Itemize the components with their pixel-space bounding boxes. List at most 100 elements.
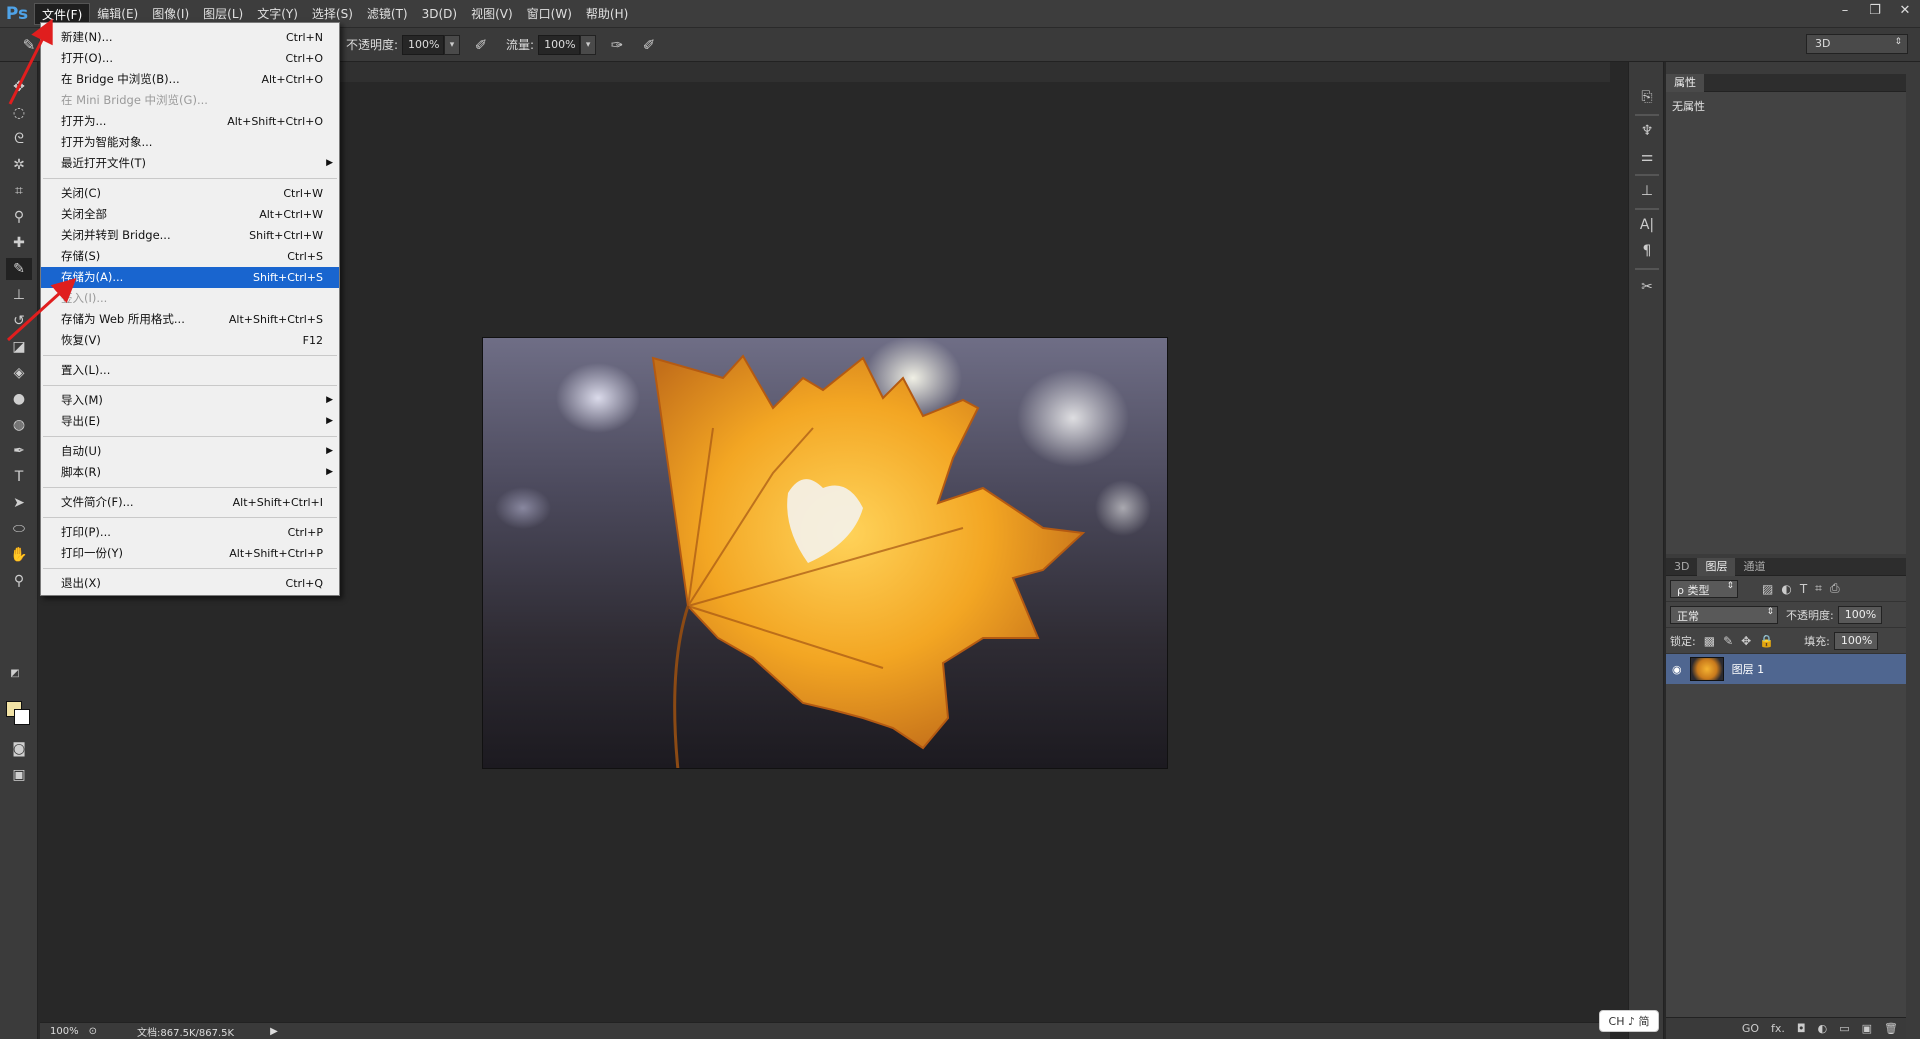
crop-tool-icon[interactable]: ⌗ (6, 180, 32, 202)
layer-filter-select[interactable]: ρ 类型 ⇕ (1670, 579, 1738, 598)
file-menu-item[interactable]: 导出(E) ▶ (41, 411, 339, 432)
default-colors-icon[interactable]: ◩ (2, 662, 28, 684)
menu-view[interactable]: 视图(V) (464, 3, 520, 25)
airbrush-icon[interactable]: ✑ (606, 34, 628, 56)
flow-field[interactable]: 100% (538, 34, 581, 55)
add-mask-icon[interactable]: ◘ (1797, 1022, 1806, 1035)
history-brush-icon[interactable]: ↺ (6, 310, 32, 332)
ime-indicator[interactable]: CH ♪ 简 (1599, 1010, 1659, 1032)
file-menu-item[interactable]: 脚本(R) ▶ (41, 462, 339, 483)
file-menu-item[interactable]: 导入(M) ▶ (41, 390, 339, 411)
lock-image-icon[interactable]: ✎ (1723, 634, 1733, 648)
flow-dropdown-icon[interactable]: ▾ (580, 34, 597, 55)
pen-tool-icon[interactable]: ✒ (6, 440, 32, 462)
clone-stamp-icon[interactable]: ⊥ (6, 284, 32, 306)
menu-help[interactable]: 帮助(H) (579, 3, 635, 25)
history-panel-icon[interactable]: ⎘ (1636, 86, 1658, 108)
eyedropper-icon[interactable]: ⚲ (6, 206, 32, 228)
filter-pixel-icon[interactable]: ▨ (1762, 582, 1773, 596)
file-menu-item[interactable]: 新建(N)... Ctrl+N (41, 27, 339, 48)
path-selection-icon[interactable]: ➤ (6, 492, 32, 514)
screen-mode-icon[interactable]: ▣ (6, 764, 32, 786)
file-menu-item[interactable]: 打开(O)... Ctrl+O (41, 48, 339, 69)
file-menu-item[interactable]: 关闭全部 Alt+Ctrl+W (41, 204, 339, 225)
pressure-opacity-icon[interactable]: ✐ (470, 34, 492, 56)
marquee-tool-icon[interactable]: ◌ (6, 102, 32, 124)
file-menu-item[interactable]: 最近打开文件(T) ▶ (41, 153, 339, 174)
file-menu-item[interactable]: 存储(S) Ctrl+S (41, 246, 339, 267)
filter-type-icon[interactable]: T (1800, 582, 1807, 596)
layer-opacity-field[interactable]: 100% (1837, 605, 1882, 624)
brush-tool-icon[interactable]: ✎ (6, 258, 32, 280)
menu-window[interactable]: 窗口(W) (520, 3, 579, 25)
visibility-eye-icon[interactable]: ◉ (1672, 663, 1682, 676)
file-menu-item[interactable]: 存储为(A)... Shift+Ctrl+S (41, 267, 339, 288)
ellipse-tool-icon[interactable]: ⬭ (6, 518, 32, 540)
tab-channels[interactable]: 通道 (1735, 558, 1773, 576)
file-menu-item[interactable]: 自动(U) ▶ (41, 441, 339, 462)
lock-position-icon[interactable]: ✥ (1741, 634, 1751, 648)
new-layer-icon[interactable]: ▣ (1862, 1022, 1872, 1035)
lock-all-icon[interactable]: 🔒 (1759, 634, 1774, 648)
adjustments-icon[interactable]: ⚌ (1636, 146, 1658, 168)
opacity-field[interactable]: 100% (402, 34, 445, 55)
tab-properties[interactable]: 属性 (1666, 73, 1704, 92)
filter-smart-icon[interactable]: ⎙ (1830, 581, 1840, 596)
magic-wand-icon[interactable]: ✲ (6, 154, 32, 176)
character-panel-icon[interactable]: A| (1636, 214, 1658, 236)
restore-button[interactable]: ❐ (1860, 0, 1890, 20)
new-group-icon[interactable]: ▭ (1839, 1022, 1849, 1035)
lasso-tool-icon[interactable]: ᘓ (6, 128, 32, 150)
lock-transparent-icon[interactable]: ▩ (1704, 634, 1715, 648)
file-menu-item[interactable]: 恢复(V) F12 (41, 330, 339, 351)
paint-bucket-icon[interactable]: ◈ (6, 362, 32, 384)
clone-source-icon[interactable]: ⊥ (1636, 180, 1658, 202)
blur-tool-icon[interactable]: ● (6, 388, 32, 410)
dodge-tool-icon[interactable]: ◍ (6, 414, 32, 436)
file-menu-item[interactable]: 关闭(C) Ctrl+W (41, 183, 339, 204)
file-menu-item[interactable]: 文件简介(F)... Alt+Shift+Ctrl+I (41, 492, 339, 513)
delete-layer-icon[interactable]: 🗑 (1884, 1022, 1898, 1035)
brush-panel-icon[interactable]: ♆ (1636, 120, 1658, 142)
filter-adjustment-icon[interactable]: ◐ (1781, 582, 1791, 596)
file-menu-item[interactable]: 打开为智能对象... (41, 132, 339, 153)
close-button[interactable]: ✕ (1890, 0, 1920, 20)
opacity-dropdown-icon[interactable]: ▾ (444, 34, 461, 55)
fill-field[interactable]: 100% (1833, 631, 1878, 650)
tab-layers[interactable]: 图层 (1697, 557, 1736, 576)
hand-tool-icon[interactable]: ✋ (6, 544, 32, 566)
status-menu-icon[interactable]: ▶ (270, 1026, 278, 1037)
file-menu-item[interactable]: 退出(X) Ctrl+Q (41, 573, 339, 594)
healing-brush-icon[interactable]: ✚ (6, 232, 32, 254)
menu-3d[interactable]: 3D(D) (415, 3, 464, 25)
file-menu-item[interactable]: 打开为... Alt+Shift+Ctrl+O (41, 111, 339, 132)
background-color-swatch[interactable] (14, 709, 30, 725)
tool-presets-icon[interactable]: ✂ (1636, 276, 1658, 298)
layer-name[interactable]: 图层 1 (1732, 661, 1765, 677)
image-canvas[interactable] (482, 337, 1168, 769)
paragraph-panel-icon[interactable]: ¶ (1636, 240, 1658, 262)
move-tool-icon[interactable]: ✥ (6, 76, 32, 98)
file-menu-item[interactable]: 打印一份(Y) Alt+Shift+Ctrl+P (41, 543, 339, 564)
file-menu-item[interactable]: 在 Bridge 中浏览(B)... Alt+Ctrl+O (41, 69, 339, 90)
file-menu-item[interactable]: 关闭并转到 Bridge... Shift+Ctrl+W (41, 225, 339, 246)
fx-icon[interactable]: fx. (1771, 1022, 1785, 1035)
blend-mode-select[interactable]: 正常 ⇕ (1670, 605, 1778, 624)
brush-preset-icon[interactable]: ✎ (18, 34, 40, 56)
filter-shape-icon[interactable]: ⌗ (1815, 581, 1822, 596)
zoom-tool-icon[interactable]: ⚲ (6, 570, 32, 592)
adjustment-layer-icon[interactable]: ◐ (1818, 1022, 1828, 1035)
file-menu-item[interactable]: 打印(P)... Ctrl+P (41, 522, 339, 543)
layer-row[interactable]: ◉ 图层 1 (1666, 654, 1906, 684)
minimize-button[interactable]: – (1830, 0, 1860, 20)
type-tool-icon[interactable]: T (6, 466, 32, 488)
eraser-tool-icon[interactable]: ◪ (6, 336, 32, 358)
pressure-size-icon[interactable]: ✐ (638, 34, 660, 56)
file-menu-item[interactable]: 存储为 Web 所用格式... Alt+Shift+Ctrl+S (41, 309, 339, 330)
menu-filter[interactable]: 滤镜(T) (360, 3, 415, 25)
zoom-level[interactable]: 100% (50, 1026, 79, 1037)
link-layers-icon[interactable]: GO (1742, 1022, 1759, 1035)
quick-mask-icon[interactable]: ◙ (6, 738, 32, 760)
workspace-select[interactable]: 3D ⇕ (1806, 34, 1908, 54)
doc-info[interactable]: 文档:867.5K/867.5K (137, 1024, 234, 1039)
